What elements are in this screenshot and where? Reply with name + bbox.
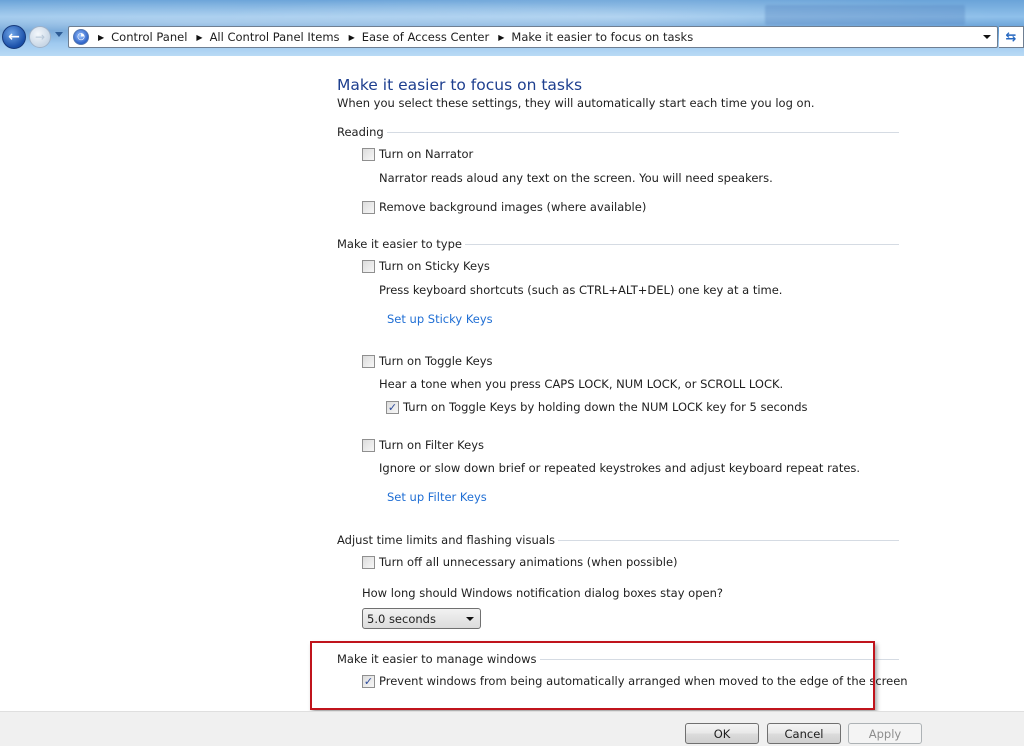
animations-checkbox[interactable]: Turn off all unnecessary animations (whe… [362,555,678,569]
checkbox[interactable] [362,438,375,452]
breadcrumb-chevron-icon[interactable]: ▶ [349,33,355,42]
remove-background-checkbox[interactable]: Remove background images (where availabl… [362,200,646,214]
forward-button[interactable]: → [29,26,51,48]
toggle-keys-checkbox[interactable]: Turn on Toggle Keys [362,354,493,368]
narrator-description: Narrator reads aloud any text on the scr… [379,171,773,185]
checkbox-label[interactable]: Turn on Toggle Keys [379,354,493,368]
forward-arrow-icon: → [34,30,46,44]
apply-button[interactable]: Apply [848,723,922,744]
section-typing: Make it easier to type [337,237,899,251]
toggle-keys-description: Hear a tone when you press CAPS LOCK, NU… [379,377,784,391]
breadcrumb-ease-of-access[interactable]: ▶ Ease of Access Center [340,30,490,44]
checkbox-label[interactable]: Turn off all unnecessary animations (whe… [379,555,678,569]
recent-pages-dropdown[interactable] [55,32,63,37]
sticky-keys-checkbox[interactable]: Turn on Sticky Keys [362,259,490,273]
notification-duration-select[interactable]: 5.0 seconds [362,608,481,629]
section-reading: Reading [337,125,899,139]
breadcrumb-chevron-icon[interactable]: ▶ [98,33,104,42]
divider [558,539,899,541]
page-title: Make it easier to focus on tasks [337,76,583,94]
section-time-limits: Adjust time limits and flashing visuals [337,533,899,547]
checkbox[interactable] [362,147,375,161]
background-window [765,5,965,25]
checkbox[interactable] [362,555,375,569]
setup-filter-keys-link[interactable]: Set up Filter Keys [387,490,487,504]
breadcrumb-all-items[interactable]: ▶ All Control Panel Items [187,30,339,44]
breadcrumb-chevron-icon[interactable]: ▶ [498,33,504,42]
setup-sticky-keys-link[interactable]: Set up Sticky Keys [387,312,493,326]
breadcrumb-chevron-icon[interactable]: ▶ [196,33,202,42]
sticky-keys-description: Press keyboard shortcuts (such as CTRL+A… [379,283,783,297]
cancel-button[interactable]: Cancel [767,723,841,744]
section-heading: Adjust time limits and flashing visuals [337,533,556,547]
checkbox-checked[interactable]: ✓ [386,400,399,414]
chevron-down-icon [466,617,474,621]
annotation-highlight [310,641,875,710]
checkbox[interactable] [362,200,375,214]
checkbox-label[interactable]: Turn on Filter Keys [379,438,484,452]
narrator-checkbox[interactable]: Turn on Narrator [362,147,473,161]
page-subtitle: When you select these settings, they wil… [337,96,815,110]
divider [386,131,899,133]
back-button[interactable]: ← [2,25,26,49]
section-heading: Reading [337,125,384,139]
divider [464,243,899,245]
filter-keys-checkbox[interactable]: Turn on Filter Keys [362,438,484,452]
checkbox-label[interactable]: Turn on Sticky Keys [379,259,490,273]
checkbox[interactable] [362,259,375,273]
address-dropdown-icon[interactable] [983,35,991,39]
section-heading: Make it easier to type [337,237,462,251]
select-value: 5.0 seconds [367,611,436,626]
refresh-icon: ⇆ [1005,29,1017,45]
back-arrow-icon: ← [8,29,20,45]
notification-duration-label: How long should Windows notification dia… [362,586,723,600]
checkbox[interactable] [362,354,375,368]
toggle-keys-numlock-checkbox[interactable]: ✓ Turn on Toggle Keys by holding down th… [386,400,807,414]
checkbox-label[interactable]: Turn on Narrator [379,147,473,161]
ok-button[interactable]: OK [685,723,759,744]
filter-keys-description: Ignore or slow down brief or repeated ke… [379,461,861,475]
address-bar[interactable]: ◔ ▶ Control Panel ▶ All Control Panel It… [68,26,998,48]
breadcrumb-control-panel[interactable]: ▶ Control Panel [89,30,187,44]
checkbox-label[interactable]: Turn on Toggle Keys by holding down the … [403,400,807,414]
control-panel-icon[interactable]: ◔ [73,29,89,45]
refresh-button[interactable]: ⇆ [999,26,1024,48]
breadcrumb-current-page[interactable]: ▶ Make it easier to focus on tasks [489,30,693,44]
checkbox-label[interactable]: Remove background images (where availabl… [379,200,646,214]
